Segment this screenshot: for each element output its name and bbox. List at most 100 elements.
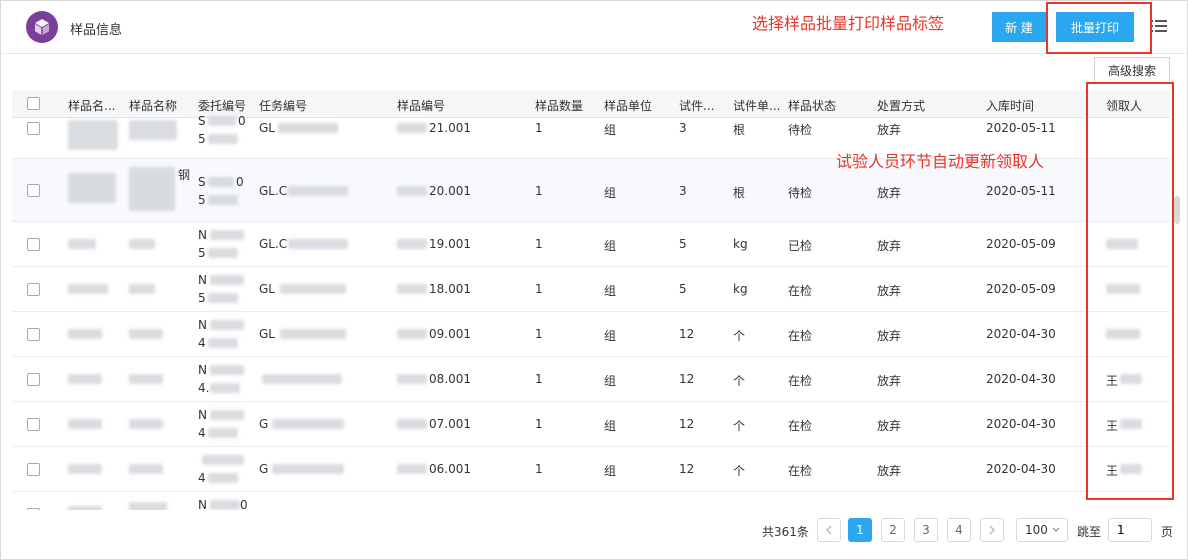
redacted-sample-name (129, 374, 163, 384)
sample-unit: 组 (604, 419, 617, 433)
specimen-unit: kg (733, 237, 748, 251)
redacted-order-no (210, 275, 244, 285)
sample-name-fragment: 钢 (178, 168, 191, 182)
row-checkbox[interactable] (27, 328, 40, 341)
page-header: 样品信息 选择样品批量打印样品标签 新 建 批量打印 (0, 0, 1186, 54)
select-all-checkbox[interactable] (27, 97, 40, 110)
redacted-task-no (280, 329, 346, 339)
col-header-sample-status[interactable]: 样品状态 (788, 97, 836, 114)
sample-qty: 1 (535, 417, 543, 431)
col-header-task-no[interactable]: 任务编号 (259, 97, 307, 114)
batch-print-button[interactable]: 批量打印 (1056, 12, 1134, 42)
storage-date: 2020-04-30 (986, 462, 1056, 476)
redacted-task-no (280, 284, 346, 294)
page-button-2[interactable]: 2 (881, 518, 905, 542)
col-header-sample-name[interactable]: 样品名称 (129, 97, 177, 114)
col-header-sample-qty[interactable]: 样品数量 (535, 97, 583, 114)
col-header-sample-name-short[interactable]: 样品名... (68, 97, 115, 114)
row-checkbox[interactable] (27, 508, 40, 510)
page-button-3[interactable]: 3 (914, 518, 938, 542)
sample-qty: 1 (535, 462, 543, 476)
specimen-count: 5 (679, 282, 687, 296)
col-header-specimen-unit[interactable]: 试件单... (733, 97, 780, 114)
sample-no: 08.001 (429, 372, 471, 386)
jump-page-input[interactable] (1108, 518, 1152, 542)
col-header-sample-no[interactable]: 样品编号 (397, 97, 445, 114)
col-header-receiver[interactable]: 领取人 (1106, 97, 1142, 114)
table-row[interactable]: N 5 GL 18.001 1 组 5 kg 在检 放弃 2020-05-09 (12, 267, 1170, 312)
table-row[interactable]: N 5 GL.C 19.001 1 组 5 kg 已检 放弃 2020-05-0… (12, 222, 1170, 267)
page-button-1[interactable]: 1 (848, 518, 872, 542)
specimen-count: 12 (679, 327, 695, 341)
storage-date: 2020-04-30 (986, 372, 1056, 386)
redacted-order-no (202, 455, 244, 465)
redacted-order-no-line2 (208, 195, 238, 205)
page-button-4[interactable]: 4 (947, 518, 971, 542)
row-checkbox[interactable] (27, 184, 40, 197)
redacted-sample-no (397, 464, 427, 474)
redacted-order-no (210, 365, 244, 375)
order-no-prefix: S (198, 114, 206, 128)
list-menu-icon[interactable] (1151, 18, 1167, 34)
col-header-disposal[interactable]: 处置方式 (877, 97, 925, 114)
order-no-line2: 4 (198, 426, 206, 440)
order-no-line2: 4. (198, 381, 210, 395)
redacted-task-no (262, 374, 342, 384)
order-no-prefix: N (198, 363, 207, 377)
specimen-unit: 根 (733, 186, 746, 200)
receiver: 王 (1106, 464, 1119, 478)
redacted-order-no (210, 320, 244, 330)
annotation-receiver-auto-update: 试验人员环节自动更新领取人 (836, 152, 1045, 171)
table-row[interactable]: N 0 (12, 492, 1170, 510)
table-row[interactable]: N 4 G 07.001 1 组 12 个 在检 放弃 2020-04-30 王 (12, 402, 1170, 447)
advanced-search-button[interactable]: 高级搜索 (1094, 57, 1170, 83)
redacted-order-no-line2 (210, 383, 240, 393)
order-no-line2: 5 (198, 246, 206, 260)
col-header-specimen-count[interactable]: 试件... (679, 97, 714, 114)
sample-no: 09.001 (429, 327, 471, 341)
page-size-select[interactable]: 100 (1016, 518, 1068, 542)
col-header-order-no[interactable]: 委托编号 (198, 97, 246, 114)
disposal-method: 放弃 (877, 284, 902, 298)
row-checkbox[interactable] (27, 122, 40, 135)
table-row[interactable]: N 4 GL 09.001 1 组 12 个 在检 放弃 2020-04-30 (12, 312, 1170, 357)
row-checkbox[interactable] (27, 418, 40, 431)
sample-qty: 1 (535, 184, 543, 198)
sample-no: 19.001 (429, 237, 471, 251)
row-checkbox[interactable] (27, 283, 40, 296)
table-scrollbar[interactable] (1174, 196, 1180, 224)
col-header-storage-date[interactable]: 入库时间 (986, 97, 1034, 114)
sample-unit: 组 (604, 464, 617, 478)
chevron-left-icon[interactable] (817, 518, 841, 542)
storage-date: 2020-05-11 (986, 184, 1056, 198)
redacted-task-no (278, 123, 338, 133)
table-header: 样品名... 样品名称 委托编号 任务编号 样品编号 样品数量 样品单位 试件.… (12, 90, 1170, 118)
row-checkbox[interactable] (27, 238, 40, 251)
redacted-sample-no (397, 239, 427, 249)
sample-no: 07.001 (429, 417, 471, 431)
table-row[interactable]: N 4. 08.001 1 组 12 个 在检 放弃 2020-04-30 王 (12, 357, 1170, 402)
sample-unit: 组 (604, 123, 617, 137)
redacted-sample-no (397, 186, 427, 196)
redacted-receiver (1120, 419, 1142, 429)
row-checkbox[interactable] (27, 463, 40, 476)
new-button[interactable]: 新 建 (992, 12, 1046, 42)
specimen-unit: 个 (733, 419, 746, 433)
chevron-right-icon[interactable] (980, 518, 1004, 542)
redacted-receiver (1106, 284, 1140, 294)
disposal-method: 放弃 (877, 419, 902, 433)
redacted-sample-no (397, 123, 427, 133)
redacted-order-no (210, 230, 244, 240)
table-row[interactable]: 4 G 06.001 1 组 12 个 在检 放弃 2020-04-30 王 (12, 447, 1170, 492)
row-checkbox[interactable] (27, 373, 40, 386)
disposal-method: 放弃 (877, 374, 902, 388)
sample-qty: 1 (535, 282, 543, 296)
specimen-unit: 个 (733, 464, 746, 478)
redacted-receiver (1120, 464, 1142, 474)
order-no-prefix: N (198, 273, 207, 287)
redacted-order-no (210, 500, 240, 510)
col-header-sample-unit[interactable]: 样品单位 (604, 97, 652, 114)
task-no-prefix: GL (259, 282, 275, 296)
disposal-method: 放弃 (877, 329, 902, 343)
order-no-prefix: N (198, 228, 207, 242)
